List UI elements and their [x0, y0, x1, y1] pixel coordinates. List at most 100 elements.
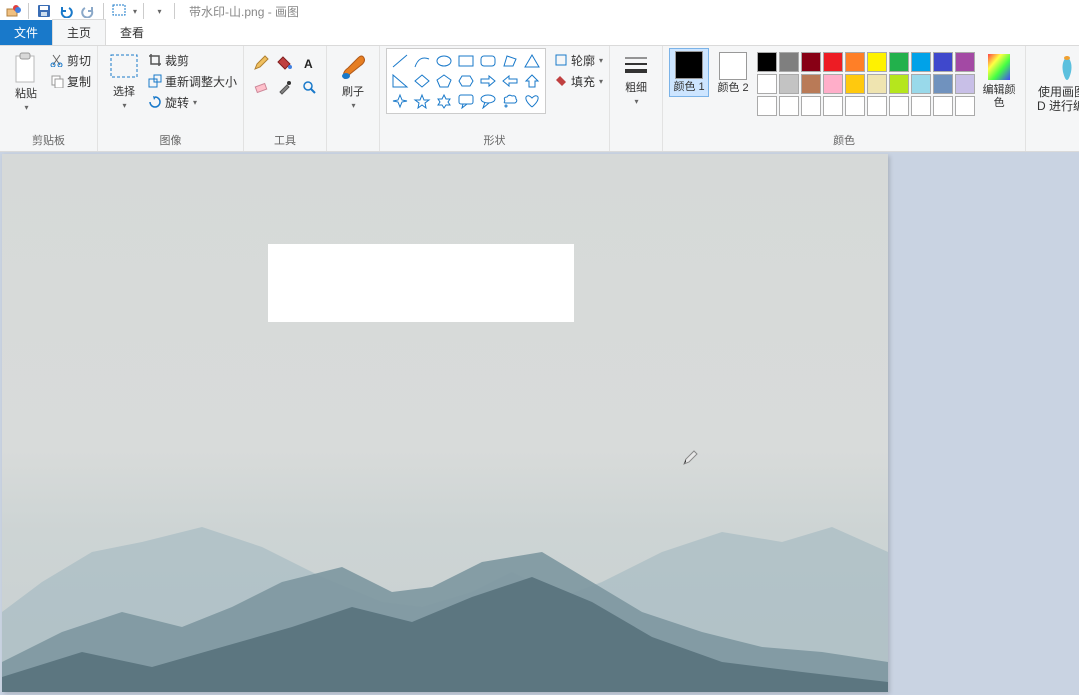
shape-callout-oval[interactable] [477, 91, 499, 111]
chevron-down-icon[interactable]: ▾ [133, 7, 137, 16]
canvas[interactable] [2, 154, 888, 692]
palette-color[interactable] [779, 96, 799, 116]
group-label: 形状 [484, 130, 506, 151]
shape-callout-rect[interactable] [455, 91, 477, 111]
select-button[interactable]: 选择 ▾ [104, 48, 144, 110]
shape-rect[interactable] [455, 51, 477, 71]
shape-line[interactable] [389, 51, 411, 71]
shape-polygon[interactable] [499, 51, 521, 71]
shape-star4[interactable] [389, 91, 411, 111]
group-label: 颜色 [833, 130, 855, 151]
palette-color[interactable] [955, 96, 975, 116]
palette-color[interactable] [845, 52, 865, 72]
color-picker-tool[interactable] [274, 76, 296, 98]
tab-home[interactable]: 主页 [52, 19, 106, 45]
paint3d-button[interactable]: 使用画图 3D 进行编辑 [1032, 48, 1079, 114]
color1-button[interactable]: 颜色 1 [669, 48, 709, 97]
group-paint3d: 使用画图 3D 进行编辑 [1026, 46, 1079, 151]
palette-color[interactable] [757, 96, 777, 116]
paste-button[interactable]: 粘贴 ▾ [6, 48, 46, 112]
shape-arrow-up[interactable] [521, 71, 543, 91]
ribbon: 粘贴 ▾ 剪切 复制 剪贴板 选择 ▾ 裁剪 重新调整大小 旋转 ▾ 图像 [0, 46, 1079, 152]
palette-color[interactable] [823, 52, 843, 72]
fill-tool[interactable] [274, 52, 296, 74]
shape-callout-cloud[interactable] [499, 91, 521, 111]
qat-select-icon[interactable] [110, 2, 128, 20]
palette-color[interactable] [867, 74, 887, 94]
palette-color[interactable] [801, 52, 821, 72]
shape-roundrect[interactable] [477, 51, 499, 71]
palette-color[interactable] [955, 74, 975, 94]
shape-curve[interactable] [411, 51, 433, 71]
pencil-tool[interactable] [250, 52, 272, 74]
palette-color[interactable] [911, 52, 931, 72]
shape-pentagon[interactable] [433, 71, 455, 91]
outline-button[interactable]: 轮廓 ▾ [554, 50, 603, 70]
edit-colors-button[interactable]: 编辑颜色 [979, 48, 1019, 110]
redo-icon[interactable] [79, 2, 97, 20]
palette-color[interactable] [933, 74, 953, 94]
palette-color[interactable] [911, 74, 931, 94]
shape-triangle[interactable] [521, 51, 543, 71]
group-brushes: 刷子 ▾ [327, 46, 380, 151]
palette-color[interactable] [801, 74, 821, 94]
window-title: 带水印-山.png - 画图 [189, 3, 299, 20]
tabbar: 文件 主页 查看 [0, 22, 1079, 46]
svg-text:A: A [304, 57, 313, 71]
chevron-down-icon: ▾ [24, 103, 28, 112]
canvas-area[interactable] [0, 152, 1079, 695]
app-icon [4, 2, 22, 20]
stroke-width-button[interactable]: 粗细 ▾ [616, 48, 656, 106]
palette-color[interactable] [779, 74, 799, 94]
magnifier-tool[interactable] [298, 76, 320, 98]
palette-color[interactable] [823, 74, 843, 94]
copy-button[interactable]: 复制 [50, 71, 91, 91]
titlebar: ▾ ▾ 带水印-山.png - 画图 [0, 0, 1079, 22]
chevron-down-icon: ▾ [352, 101, 356, 110]
shapes-gallery[interactable] [386, 48, 546, 114]
resize-button[interactable]: 重新调整大小 [148, 71, 237, 91]
save-icon[interactable] [35, 2, 53, 20]
shape-arrow-right[interactable] [477, 71, 499, 91]
shape-hexagon[interactable] [455, 71, 477, 91]
tab-view[interactable]: 查看 [106, 20, 158, 45]
shape-arrow-left[interactable] [499, 71, 521, 91]
shape-heart[interactable] [521, 91, 543, 111]
palette-color[interactable] [911, 96, 931, 116]
palette-color[interactable] [867, 96, 887, 116]
palette-color[interactable] [779, 52, 799, 72]
cut-button[interactable]: 剪切 [50, 50, 91, 70]
shape-right-triangle[interactable] [389, 71, 411, 91]
fill-button[interactable]: 填充 ▾ [554, 71, 603, 91]
brush-button[interactable]: 刷子 ▾ [333, 48, 373, 110]
white-rectangle [268, 244, 574, 322]
qat-customize-icon[interactable]: ▾ [150, 2, 168, 20]
palette-color[interactable] [889, 52, 909, 72]
eraser-tool[interactable] [250, 76, 272, 98]
palette-color[interactable] [845, 74, 865, 94]
shape-oval[interactable] [433, 51, 455, 71]
palette-color[interactable] [933, 52, 953, 72]
text-tool[interactable]: A [298, 52, 320, 74]
palette-color[interactable] [757, 52, 777, 72]
tab-file[interactable]: 文件 [0, 20, 52, 45]
group-tools: A 工具 [244, 46, 327, 151]
palette-color[interactable] [933, 96, 953, 116]
group-stroke: 粗细 ▾ [610, 46, 663, 151]
palette-color[interactable] [955, 52, 975, 72]
shape-diamond[interactable] [411, 71, 433, 91]
palette-color[interactable] [867, 52, 887, 72]
palette-color[interactable] [889, 74, 909, 94]
palette-color[interactable] [823, 96, 843, 116]
group-shapes: 轮廓 ▾ 填充 ▾ 形状 [380, 46, 610, 151]
palette-color[interactable] [889, 96, 909, 116]
palette-color[interactable] [801, 96, 821, 116]
undo-icon[interactable] [57, 2, 75, 20]
palette-color[interactable] [845, 96, 865, 116]
palette-color[interactable] [757, 74, 777, 94]
shape-star6[interactable] [433, 91, 455, 111]
shape-star5[interactable] [411, 91, 433, 111]
rotate-button[interactable]: 旋转 ▾ [148, 92, 237, 112]
color2-button[interactable]: 颜色 2 [713, 48, 753, 95]
crop-button[interactable]: 裁剪 [148, 50, 237, 70]
